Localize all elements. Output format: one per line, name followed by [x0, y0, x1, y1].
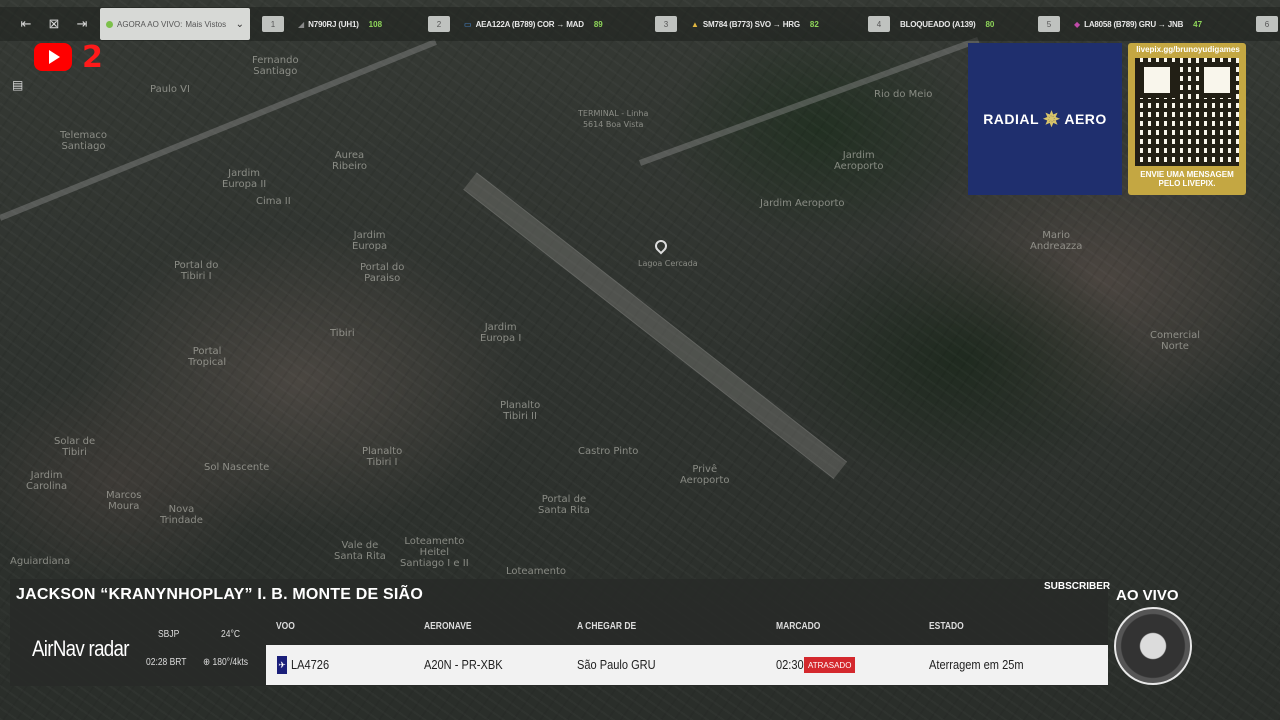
- map-place-label: Privê Aeroporto: [680, 464, 730, 486]
- map-place-label: Marcos Moura: [106, 490, 142, 512]
- flight-slot-3[interactable]: 3 ▲ SM784 (B773) SVO → HRG 82: [655, 7, 819, 41]
- close-panel-icon[interactable]: ⊠: [40, 10, 68, 38]
- map-place-label: Planalto Tibiri II: [500, 400, 541, 422]
- viewer-count: 108: [368, 19, 383, 29]
- slot-number: 5: [1038, 16, 1060, 32]
- slot-number: 6: [1256, 16, 1278, 32]
- map-place-label: Jardim Europa I: [480, 322, 522, 344]
- channel-seal-icon: [1114, 607, 1192, 685]
- airline-icon: ▭: [464, 19, 472, 29]
- map-place-label: Jardim Aeroporto: [760, 198, 845, 209]
- flight-number: LA4726: [291, 657, 330, 672]
- slot-number: 2: [428, 16, 450, 32]
- map-place-label: Vale de Santa Rita: [334, 540, 386, 562]
- slot-number: 3: [655, 16, 677, 32]
- airline-logo-icon: ✈: [277, 656, 287, 674]
- chevron-down-icon: ⌄: [235, 18, 244, 30]
- flight-slot-2[interactable]: 2 ▭ AEA122A (B789) COR → MAD 89: [428, 7, 603, 41]
- map-place-label: Nova Trindade: [160, 504, 203, 526]
- map-place-label: Aurea Ribeiro: [332, 150, 368, 172]
- flight-slot-6[interactable]: 6: [1256, 7, 1280, 41]
- slot-flight-text: SM784 (B773) SVO → HRG: [702, 19, 800, 29]
- map-place-label: Jardim Carolina: [26, 470, 68, 492]
- subscriber-label: SUBSCRIBER: [1044, 581, 1111, 592]
- live-label: AO VIVO: [1116, 587, 1179, 604]
- flight-slot-1[interactable]: 1 ◢ N790RJ (UH1) 108: [262, 7, 382, 41]
- column-header-status: ESTADO: [929, 621, 964, 632]
- map-place-label: Castro Pinto: [578, 446, 639, 457]
- livepix-caption: ENVIE UMA MENSAGEM PELO LIVEPIX.: [1140, 170, 1234, 188]
- slot-flight-text: N790RJ (UH1): [308, 19, 359, 29]
- viewer-count: 89: [593, 19, 603, 29]
- collapse-sidebar-icon[interactable]: ⇤: [12, 10, 40, 38]
- local-time: 02:28 BRT: [146, 657, 187, 668]
- flight-status: Aterragem em 25m: [929, 657, 1024, 672]
- slot-number: 1: [262, 16, 284, 32]
- plane-icon: ◢: [298, 19, 305, 29]
- map-place-label: Cima II: [256, 196, 291, 207]
- streamer-name: JACKSON “KRANYNHOPLAY” I. B. MONTE DE SI…: [16, 586, 423, 603]
- qr-code-icon: [1135, 58, 1239, 166]
- map-place-label: Loteamento Heitel Santiago I e II: [400, 536, 469, 569]
- sponsor-name-right: AERO: [1064, 111, 1107, 127]
- slot-flight-text: AEA122A (B789) COR → MAD: [475, 19, 584, 29]
- map-place-label: Tibiri: [330, 328, 355, 339]
- slot-flight-text: LA8058 (B789) GRU → JNB: [1084, 19, 1184, 29]
- column-header-scheduled: MARCADO: [776, 621, 821, 632]
- live-now-select[interactable]: AGORA AO VIVO: Mais Vistos ⌄: [100, 8, 250, 40]
- livepix-url: livepix.gg/brunoyudigames: [1136, 45, 1240, 54]
- map-place-label: Telemaco Santiago: [60, 130, 107, 152]
- airline-icon: ◆: [1074, 19, 1081, 29]
- slot-number: 4: [868, 16, 890, 32]
- map-place-label: Portal de Santa Rita: [538, 494, 590, 516]
- live-select-value: Mais Vistos: [185, 19, 227, 29]
- delayed-badge: ATRASADO: [804, 657, 856, 673]
- map-place-label: Rio do Meio: [874, 89, 933, 100]
- list-icon[interactable]: ▤: [12, 78, 30, 94]
- map-place-label: Portal do Tibiri I: [174, 260, 219, 282]
- top-flight-bar: ⇤ ⊠ ⇥ AGORA AO VIVO: Mais Vistos ⌄ 1 ◢ N…: [0, 7, 1280, 41]
- map-place-label: Paulo VI: [150, 84, 190, 95]
- scheduled-time: 02:30: [776, 657, 804, 672]
- viewer-count: 47: [1193, 19, 1203, 29]
- warning-icon: ▲: [691, 19, 699, 29]
- map-place-label: Portal Tropical: [188, 346, 227, 368]
- airnav-radar-logo: AirNav radar: [32, 636, 129, 661]
- youtube-icon: [34, 43, 72, 71]
- sponsor-name-left: RADIAL: [983, 111, 1040, 127]
- live-select-label: AGORA AO VIVO:: [117, 19, 183, 29]
- map-place-label: Lagoa Cercada: [638, 259, 698, 268]
- map-place-label: Portal do Paraiso: [360, 262, 405, 284]
- map-place-label: Aguiardiana: [10, 556, 71, 567]
- map-place-label: Sol Nascente: [204, 462, 270, 473]
- map-place-label: Loteamento: [506, 566, 566, 577]
- viewer-count: 82: [809, 19, 819, 29]
- airport-code: SBJP: [158, 629, 180, 640]
- slot-flight-text: BLOQUEADO (A139): [900, 19, 976, 29]
- temperature: 24°C: [221, 629, 240, 640]
- origin-airport: São Paulo GRU: [577, 657, 656, 672]
- aircraft-type: A20N - PR-XBK: [424, 657, 503, 672]
- flight-slot-5[interactable]: 5 ◆ LA8058 (B789) GRU → JNB 47: [1038, 7, 1202, 41]
- map-place-label: Fernando Santiago: [252, 55, 299, 77]
- map-place-label: Mario Andreazza: [1030, 230, 1083, 252]
- wind-readout: ⊕ 180°/4kts: [203, 657, 249, 668]
- map-place-label: Planalto Tibiri I: [362, 446, 403, 468]
- column-header-flight: VOO: [276, 621, 295, 632]
- column-header-aircraft: AERONAVE: [424, 621, 472, 632]
- flight-slot-4[interactable]: 4 BLOQUEADO (A139) 80: [868, 7, 994, 41]
- live-dot-icon: [106, 20, 113, 28]
- compass-star-icon: ✵: [1043, 108, 1061, 131]
- column-header-from: A CHEGAR DE: [577, 621, 637, 632]
- map-place-label: Comercial Norte: [1150, 330, 1201, 352]
- viewer-count: 80: [985, 19, 995, 29]
- map-place-label: Jardim Europa: [352, 230, 388, 252]
- map-place-label: TERMINAL - Linha 5614 Boa Vista: [578, 109, 649, 129]
- radial-aero-sponsor: RADIAL ✵ AERO: [968, 43, 1122, 195]
- map-place-label: Solar de Tibiri: [54, 436, 96, 458]
- youtube-badge-number: 2: [82, 40, 103, 75]
- map-place-label: Jardim Europa II: [222, 168, 267, 190]
- map-place-label: Jardim Aeroporto: [834, 150, 884, 172]
- skip-next-icon[interactable]: ⇥: [68, 10, 96, 38]
